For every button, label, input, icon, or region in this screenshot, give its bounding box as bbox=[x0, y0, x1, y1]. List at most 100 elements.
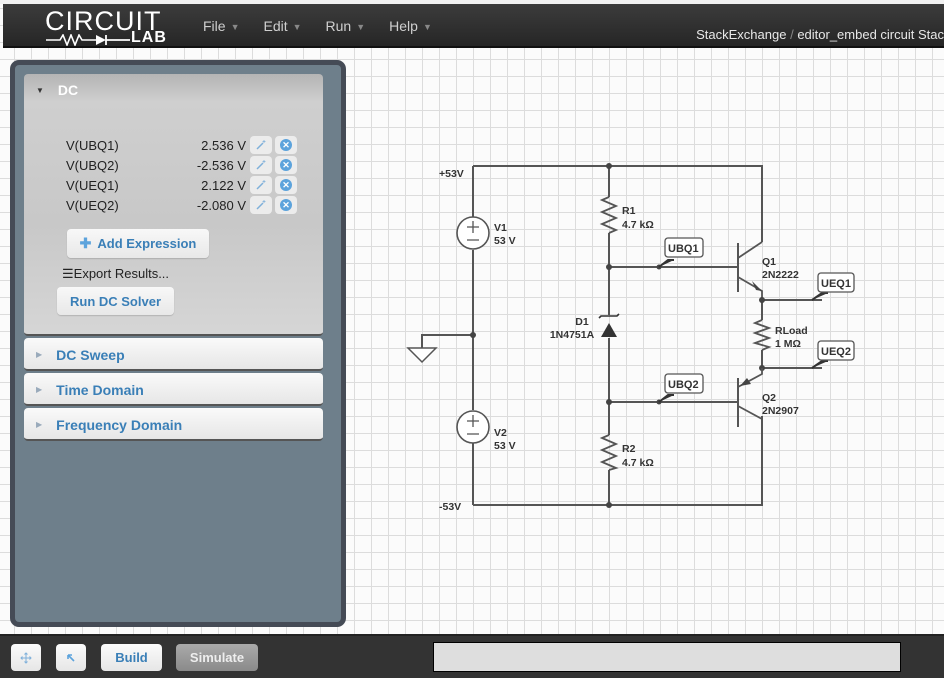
net-label-text: UEQ1 bbox=[821, 278, 851, 290]
expression-name: V(UEQ1) bbox=[66, 178, 119, 193]
junction-dot bbox=[606, 264, 612, 270]
resistor-rload[interactable]: RLoad 1 MΩ bbox=[752, 319, 808, 351]
zener-diode-d1[interactable]: D1 1N4751A bbox=[550, 313, 620, 341]
accordion-time-domain-title: Time Domain bbox=[56, 381, 144, 398]
q1-value: 2N2222 bbox=[762, 269, 799, 281]
triangle-right-icon: ▶ bbox=[36, 385, 43, 394]
resistor-icon bbox=[599, 434, 619, 471]
edit-expression-button[interactable] bbox=[250, 156, 272, 174]
expression-row: V(UBQ2) -2.536 V ✕ bbox=[24, 156, 323, 176]
plus-icon: ✚ bbox=[79, 235, 92, 251]
rload-value: 1 MΩ bbox=[775, 338, 801, 350]
v2-value: 53 V bbox=[494, 440, 516, 452]
menu-run-label: Run bbox=[325, 18, 352, 34]
rail-label-negative: -53V bbox=[439, 501, 461, 513]
edit-expression-button[interactable] bbox=[250, 176, 272, 194]
q2-name: Q2 bbox=[762, 392, 776, 404]
voltage-source-v2[interactable]: V2 53 V bbox=[456, 410, 516, 452]
transistor-q2[interactable]: Q2 2N2907 bbox=[737, 368, 799, 427]
junction-dot bbox=[606, 502, 612, 508]
accordion-dc-sweep[interactable]: ▶ DC Sweep bbox=[24, 338, 323, 371]
accordion-time-domain[interactable]: ▶ Time Domain bbox=[24, 373, 323, 406]
net-label-ueq2[interactable]: UEQ2 bbox=[811, 340, 855, 369]
breadcrumb: StackExchange / editor_embed circuit Sta… bbox=[696, 27, 944, 42]
net-label-ueq1[interactable]: UEQ1 bbox=[811, 272, 855, 301]
menu-file-label: File bbox=[203, 18, 226, 34]
simulation-panel: ▼ DC V(UBQ1) 2.536 V ✕ V(UBQ2) -2.536 V … bbox=[10, 60, 346, 627]
menu-help[interactable]: Help ▼ bbox=[389, 18, 432, 34]
caret-down-icon: ▼ bbox=[230, 22, 240, 33]
r2-name: R2 bbox=[622, 443, 636, 455]
breadcrumb-title: editor_embed circuit Stac bbox=[797, 27, 944, 42]
breadcrumb-owner[interactable]: StackExchange bbox=[696, 27, 786, 42]
q2-value: 2N2907 bbox=[762, 405, 799, 417]
bottom-toolbar: Build Simulate bbox=[0, 634, 944, 678]
resistor-diode-logo-icon bbox=[46, 34, 130, 46]
ground-icon[interactable] bbox=[406, 347, 438, 364]
schematic-canvas[interactable]: V1 53 V V2 53 V +53V -53V R1 4.7 kΩ R2 4… bbox=[400, 150, 880, 520]
status-box bbox=[433, 642, 901, 672]
net-label-pointer bbox=[658, 394, 674, 403]
remove-circle-icon: ✕ bbox=[280, 179, 292, 191]
move-arrows-icon bbox=[20, 651, 32, 664]
expression-name: V(UBQ2) bbox=[66, 158, 119, 173]
edit-expression-button[interactable] bbox=[250, 136, 272, 154]
rload-name: RLoad bbox=[775, 325, 808, 337]
expression-value: 2.122 V bbox=[201, 178, 246, 193]
remove-circle-icon: ✕ bbox=[280, 139, 292, 151]
menu-file[interactable]: File ▼ bbox=[203, 18, 239, 34]
junction-dot bbox=[759, 297, 765, 303]
resistor-r2[interactable]: R2 4.7 kΩ bbox=[599, 434, 654, 471]
voltage-source-v1[interactable]: V1 53 V bbox=[456, 216, 516, 250]
delete-expression-button[interactable]: ✕ bbox=[275, 196, 297, 214]
accordion-dc-sweep-title: DC Sweep bbox=[56, 346, 125, 363]
transistor-q1[interactable]: Q1 2N2222 bbox=[737, 241, 799, 297]
accordion-time-domain-header[interactable]: ▶ Time Domain bbox=[24, 373, 323, 406]
v1-value: 53 V bbox=[494, 235, 516, 247]
pan-tool-button[interactable] bbox=[11, 644, 41, 671]
export-results-label: Export Results... bbox=[73, 266, 170, 281]
expression-row: V(UBQ1) 2.536 V ✕ bbox=[24, 136, 323, 156]
list-icon: ☰ bbox=[62, 266, 74, 281]
add-expression-label: Add Expression bbox=[97, 236, 197, 251]
q1-name: Q1 bbox=[762, 256, 776, 268]
v2-name: V2 bbox=[494, 427, 507, 439]
remove-circle-icon: ✕ bbox=[280, 159, 292, 171]
r1-name: R1 bbox=[622, 205, 636, 217]
pencil-icon bbox=[256, 180, 266, 190]
main-menu: File ▼ Edit ▼ Run ▼ Help ▼ bbox=[203, 18, 456, 34]
caret-down-icon: ▼ bbox=[292, 22, 302, 33]
add-expression-button[interactable]: ✚ Add Expression bbox=[67, 229, 209, 258]
delete-expression-button[interactable]: ✕ bbox=[275, 136, 297, 154]
accordion-dc-header[interactable]: ▼ DC bbox=[24, 74, 323, 106]
delete-expression-button[interactable]: ✕ bbox=[275, 156, 297, 174]
expression-row: V(UEQ1) 2.122 V ✕ bbox=[24, 176, 323, 196]
triangle-right-icon: ▶ bbox=[36, 420, 43, 429]
accordion-frequency-domain-header[interactable]: ▶ Frequency Domain bbox=[24, 408, 323, 441]
r2-value: 4.7 kΩ bbox=[622, 457, 654, 469]
net-label-text: UBQ2 bbox=[668, 379, 699, 391]
junction-dot bbox=[470, 332, 476, 338]
accordion-frequency-domain[interactable]: ▶ Frequency Domain bbox=[24, 408, 323, 441]
resistor-r1[interactable]: R1 4.7 kΩ bbox=[599, 196, 654, 234]
simulate-label: Simulate bbox=[189, 650, 245, 665]
accordion-dc-sweep-header[interactable]: ▶ DC Sweep bbox=[24, 338, 323, 371]
delete-expression-button[interactable]: ✕ bbox=[275, 176, 297, 194]
menu-help-label: Help bbox=[389, 18, 418, 34]
select-tool-button[interactable] bbox=[56, 644, 86, 671]
wire-top-rail bbox=[473, 165, 763, 242]
export-results-link[interactable]: ☰Export Results... bbox=[62, 266, 169, 282]
edit-expression-button[interactable] bbox=[250, 196, 272, 214]
circuitlab-logo[interactable]: CIRCUIT LAB bbox=[43, 7, 183, 47]
net-label-ubq1[interactable]: UBQ1 bbox=[658, 237, 704, 268]
net-label-ubq2[interactable]: UBQ2 bbox=[658, 373, 704, 403]
pointer-arrow-icon bbox=[67, 653, 75, 662]
expression-value: -2.536 V bbox=[196, 158, 246, 173]
expression-value: 2.536 V bbox=[201, 138, 246, 153]
simulate-mode-button[interactable]: Simulate bbox=[176, 644, 258, 671]
menu-run[interactable]: Run ▼ bbox=[326, 18, 366, 34]
menu-edit[interactable]: Edit ▼ bbox=[263, 18, 301, 34]
build-mode-button[interactable]: Build bbox=[101, 644, 162, 671]
run-dc-solver-button[interactable]: Run DC Solver bbox=[57, 287, 174, 315]
menu-edit-label: Edit bbox=[263, 18, 288, 34]
